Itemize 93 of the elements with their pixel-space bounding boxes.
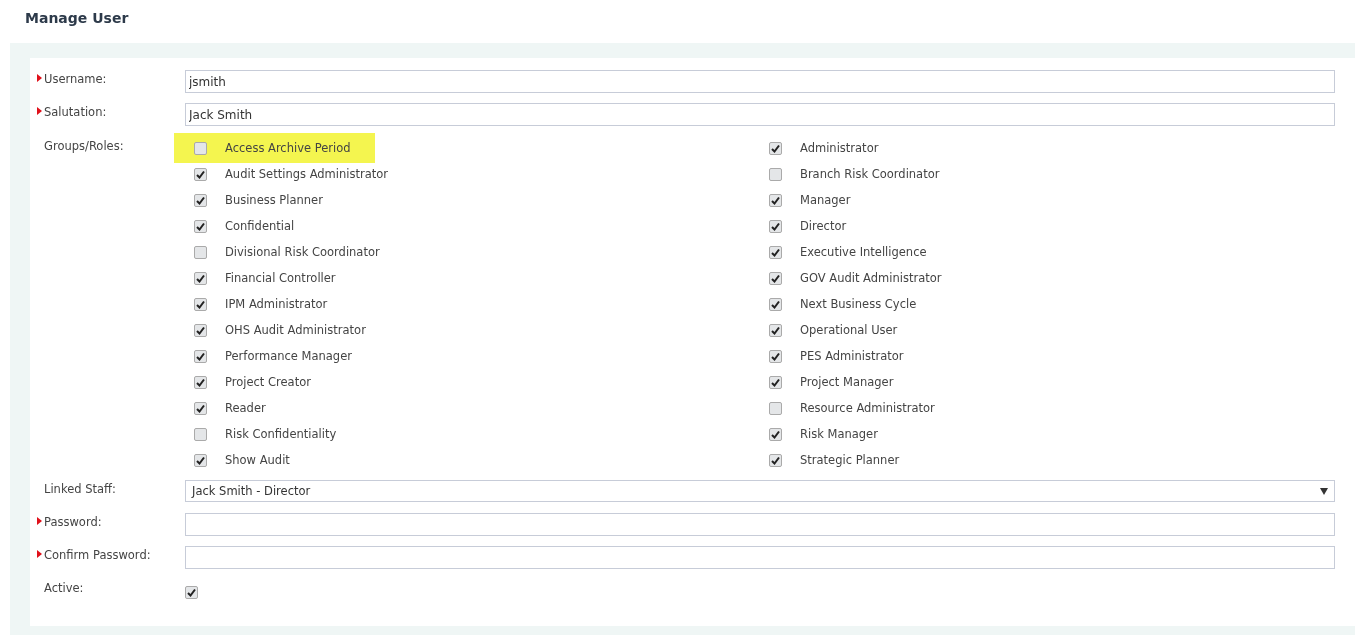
role-label: Next Business Cycle: [800, 297, 917, 311]
checkbox[interactable]: [194, 323, 207, 337]
checkbox[interactable]: [769, 271, 782, 285]
checkbox[interactable]: [769, 193, 782, 207]
role-label: Divisional Risk Coordinator: [225, 245, 380, 259]
page-title: Manage User: [24, 9, 130, 28]
checkbox[interactable]: [769, 401, 782, 415]
check-icon: [771, 143, 780, 153]
role-label: Operational User: [800, 323, 898, 337]
check-icon: [196, 403, 205, 413]
field-label: Salutation:: [44, 105, 107, 119]
checkbox[interactable]: [194, 375, 207, 389]
role-label: Resource Administrator: [800, 401, 935, 415]
check-icon: [771, 247, 780, 257]
field-label: Active:: [44, 581, 84, 595]
required-marker-icon: [37, 74, 42, 82]
checkbox[interactable]: [769, 427, 782, 441]
field-label: Password:: [44, 515, 102, 529]
role-label: Risk Manager: [800, 427, 878, 441]
check-icon: [196, 273, 205, 283]
role-label: Project Creator: [225, 375, 311, 389]
password-field[interactable]: [185, 546, 1335, 569]
checkbox[interactable]: [769, 323, 782, 337]
checkbox[interactable]: [769, 453, 782, 467]
checkbox[interactable]: [769, 219, 782, 233]
check-icon: [771, 351, 780, 361]
field-label: Linked Staff:: [44, 482, 116, 496]
checkbox[interactable]: [769, 349, 782, 363]
role-label: Business Planner: [225, 193, 323, 207]
role-label: Administrator: [800, 141, 879, 155]
check-icon: [771, 325, 780, 335]
text-field[interactable]: jsmith: [185, 70, 1335, 93]
check-icon: [196, 377, 205, 387]
required-marker-icon: [37, 517, 42, 525]
checkbox[interactable]: [769, 297, 782, 311]
role-label: Manager: [800, 193, 851, 207]
role-label: Strategic Planner: [800, 453, 900, 467]
checkbox[interactable]: [185, 586, 198, 599]
role-label: Risk Confidentiality: [225, 427, 337, 441]
check-icon: [196, 455, 205, 465]
password-field[interactable]: [185, 513, 1335, 536]
check-icon: [771, 377, 780, 387]
checkbox[interactable]: [194, 271, 207, 285]
checkbox[interactable]: [194, 193, 207, 207]
role-label: Branch Risk Coordinator: [800, 167, 940, 181]
check-icon: [196, 325, 205, 335]
checkbox[interactable]: [194, 219, 207, 233]
checkbox[interactable]: [769, 245, 782, 259]
role-label: Reader: [225, 401, 266, 415]
check-icon: [196, 169, 205, 179]
role-label: Director: [800, 219, 847, 233]
checkbox[interactable]: [194, 427, 207, 441]
role-label: IPM Administrator: [225, 297, 328, 311]
check-icon: [771, 221, 780, 231]
checkbox[interactable]: [194, 401, 207, 415]
field-label: Username:: [44, 72, 107, 86]
checkbox[interactable]: [769, 375, 782, 389]
checkbox[interactable]: [194, 245, 207, 259]
check-icon: [771, 273, 780, 283]
checkbox[interactable]: [769, 141, 782, 155]
field-label: Groups/Roles:: [44, 139, 124, 153]
role-label: OHS Audit Administrator: [225, 323, 366, 337]
field-label: Confirm Password:: [44, 548, 151, 562]
role-label: Project Manager: [800, 375, 894, 389]
check-icon: [771, 455, 780, 465]
checkbox[interactable]: [194, 141, 207, 155]
role-label: Show Audit: [225, 453, 290, 467]
checkbox[interactable]: [769, 167, 782, 181]
check-icon: [771, 429, 780, 439]
check-icon: [187, 588, 196, 597]
check-icon: [771, 299, 780, 309]
required-marker-icon: [37, 550, 42, 558]
check-icon: [196, 221, 205, 231]
check-icon: [196, 195, 205, 205]
role-label: Financial Controller: [225, 271, 336, 285]
role-label: Executive Intelligence: [800, 245, 927, 259]
check-icon: [771, 195, 780, 205]
role-label: Access Archive Period: [225, 141, 351, 155]
role-label: Audit Settings Administrator: [225, 167, 389, 181]
role-label: GOV Audit Administrator: [800, 271, 942, 285]
checkbox[interactable]: [194, 167, 207, 181]
checkbox[interactable]: [194, 349, 207, 363]
role-label: Confidential: [225, 219, 295, 233]
check-icon: [196, 351, 205, 361]
role-label: PES Administrator: [800, 349, 904, 363]
text-field[interactable]: Jack Smith: [185, 103, 1335, 126]
dropdown-arrow-icon: [1320, 487, 1328, 495]
role-label: Performance Manager: [225, 349, 352, 363]
checkbox[interactable]: [194, 453, 207, 467]
checkbox[interactable]: [194, 297, 207, 311]
required-marker-icon: [37, 107, 42, 115]
staff-dropdown[interactable]: Jack Smith - Director: [185, 480, 1335, 502]
check-icon: [196, 299, 205, 309]
